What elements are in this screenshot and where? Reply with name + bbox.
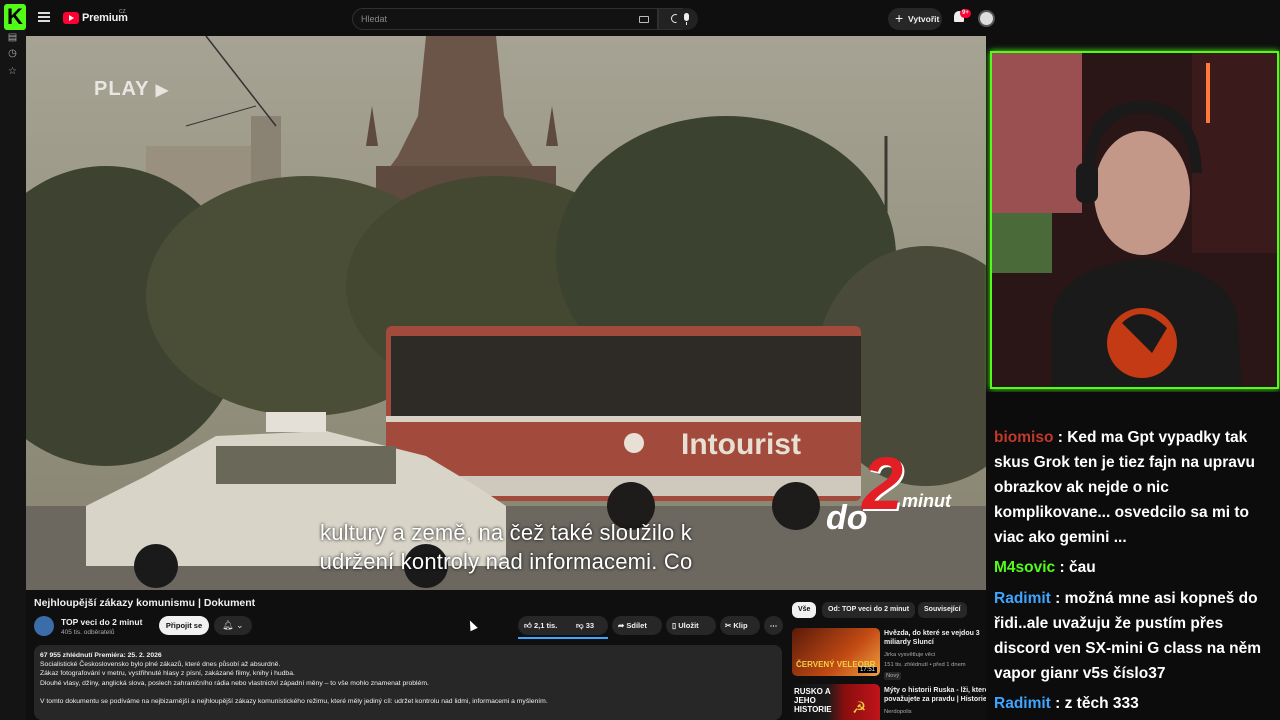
- microphone-icon[interactable]: [676, 8, 698, 30]
- caption-line-2: udržení kontroly nad informacemi. Co: [319, 549, 693, 574]
- document-icon[interactable]: ▤: [7, 32, 18, 43]
- recommendation-channel[interactable]: Jirka vysvětluje věci: [884, 651, 990, 659]
- streamer-webcam: [990, 51, 1279, 389]
- description-line: Socialistické Československo bylo plné z…: [40, 661, 281, 669]
- description-stats: 67 955 zhlédnutí Premiéra: 25. 2. 2026: [40, 652, 162, 659]
- recommendation-channel[interactable]: Nerdopolis: [884, 708, 990, 716]
- save-button[interactable]: ▯ Uložit: [666, 616, 716, 635]
- subscriber-count: 405 tis. odběratelů: [61, 629, 115, 636]
- chip-all[interactable]: Vše: [792, 602, 817, 618]
- clip-label: Klip: [733, 621, 748, 630]
- brand-region: CZ: [119, 9, 126, 15]
- chat-separator: :: [1053, 429, 1068, 446]
- chat-message: Radimit : možná mne asi kopneš do řidi..…: [994, 586, 1278, 686]
- video-title: Nejhloupější zákazy komunismu | Dokument: [34, 597, 256, 609]
- youtube-header: Premium CZ Hledat Vytvořit 9+: [26, 0, 1012, 36]
- bell-icon: 🔔︎: [222, 620, 234, 630]
- description-line: V tomto dokumentu se podíváme na nejbiza…: [40, 697, 548, 705]
- more-actions-button[interactable]: ⋯: [764, 616, 783, 635]
- chat-username[interactable]: Radimit: [994, 590, 1051, 607]
- chat-username[interactable]: biomiso: [994, 429, 1053, 446]
- chat-text: čau: [1068, 559, 1096, 576]
- play-icon: ▶: [155, 82, 170, 99]
- thumb-down-icon: 👎︎: [576, 621, 584, 630]
- like-count: 2,1 tis.: [533, 621, 558, 630]
- chip-from-channel[interactable]: Od: TOP veci do 2 minut: [822, 602, 916, 618]
- chat-text: z těch 333: [1064, 695, 1139, 712]
- scissors-icon: ✂: [725, 621, 732, 630]
- account-avatar[interactable]: [978, 10, 995, 27]
- left-rail: K ▤ ◷ ☆: [0, 0, 26, 720]
- keyboard-icon[interactable]: [639, 16, 649, 23]
- description-line: Zákaz fotografování v metru, vystřihnuté…: [40, 670, 295, 678]
- hammer-sickle-icon: ☭: [852, 700, 867, 717]
- chevron-down-icon: ⌄: [235, 620, 244, 630]
- recommendation-title[interactable]: Hvězda, do které se vejdou 3 miliardy Sl…: [884, 629, 990, 647]
- clip-button[interactable]: ✂ Klip: [720, 616, 760, 635]
- play-watermark: PLAY ▶: [94, 78, 169, 101]
- create-button[interactable]: Vytvořit: [888, 8, 942, 30]
- chat-separator: :: [1050, 695, 1065, 712]
- bookmark-icon: ▯: [672, 621, 677, 630]
- like-ratio-bar: [518, 637, 608, 639]
- dislike-count: 33: [585, 621, 595, 630]
- cursor-icon: [466, 618, 478, 632]
- description-line: Dlouhé vlasy, džíny, anglická slova, pos…: [40, 679, 429, 687]
- description-box[interactable]: 67 955 zhlédnutí Premiéra: 25. 2. 2026 S…: [34, 645, 782, 720]
- more-icon: ⋯: [769, 621, 778, 630]
- thumb-up-icon: 👍︎: [524, 621, 532, 630]
- search-placeholder: Hledat: [361, 14, 388, 24]
- channel-name[interactable]: TOP veci do 2 minut: [61, 617, 142, 627]
- like-dislike-group: 👍︎ 2,1 tis. 👎︎ 33: [518, 616, 608, 635]
- chat-username[interactable]: M4sovic: [994, 559, 1055, 576]
- notification-badge: 9+: [960, 9, 971, 18]
- new-badge: Nový: [884, 672, 902, 680]
- chat-username[interactable]: Radimit: [994, 695, 1051, 712]
- share-icon: ➦: [618, 621, 625, 630]
- kick-logo[interactable]: K: [4, 4, 26, 30]
- channel-avatar[interactable]: [34, 616, 54, 636]
- share-button[interactable]: ➦ Sdílet: [612, 616, 662, 635]
- bus-lettering: Intourist: [681, 428, 801, 461]
- clock-icon[interactable]: ◷: [7, 48, 18, 59]
- chat-message: Radimit : z těch 333: [994, 691, 1278, 716]
- chip-related[interactable]: Související: [918, 602, 967, 618]
- star-icon[interactable]: ☆: [7, 66, 18, 77]
- chat-separator: :: [1050, 590, 1065, 607]
- youtube-logo-icon[interactable]: [63, 12, 79, 24]
- caption-line-1: kultury a země, na čež také sloužilo k: [320, 520, 692, 545]
- logo-two: 2: [862, 442, 904, 525]
- chat-text: Ked ma Gpt vypadky tak skus Grok ten je …: [994, 429, 1255, 546]
- chat-separator: :: [1055, 559, 1069, 576]
- notification-bell-button[interactable]: 🔔︎ ⌄: [214, 616, 252, 635]
- menu-icon[interactable]: [38, 12, 50, 22]
- recommendation-meta: 151 tis. zhlédnutí • před 1 dnem: [884, 662, 966, 668]
- recommendation-thumbnail[interactable]: RUSKO A JEHO HISTORIE ☭: [792, 684, 880, 720]
- webcam-frame: [992, 53, 1277, 387]
- save-label: Uložit: [678, 621, 699, 630]
- recommendation-thumbnail[interactable]: ČERVENÝ VELEOBR 17:51: [792, 628, 880, 676]
- video-player[interactable]: Intourist PLAY ▶ do 2 minut kultury a ze…: [26, 36, 986, 590]
- join-button[interactable]: Připojit se: [159, 616, 209, 635]
- like-button[interactable]: 👍︎ 2,1 tis.: [524, 616, 557, 635]
- share-label: Sdílet: [626, 621, 647, 630]
- search-input[interactable]: Hledat: [352, 8, 658, 30]
- chat-message: M4sovic : čau: [994, 555, 1278, 580]
- logo-minut: minut: [902, 491, 951, 511]
- watermark-text: PLAY: [94, 78, 150, 100]
- video-duration: 17:51: [857, 667, 877, 673]
- recommendation-title[interactable]: Mýty o historii Ruska - lži, které považ…: [884, 686, 990, 704]
- chat-message: biomiso : Ked ma Gpt vypadky tak skus Gr…: [994, 425, 1278, 550]
- dislike-button[interactable]: 👎︎ 33: [576, 616, 594, 635]
- thumbnail-text: RUSKO A JEHO HISTORIE: [794, 687, 832, 714]
